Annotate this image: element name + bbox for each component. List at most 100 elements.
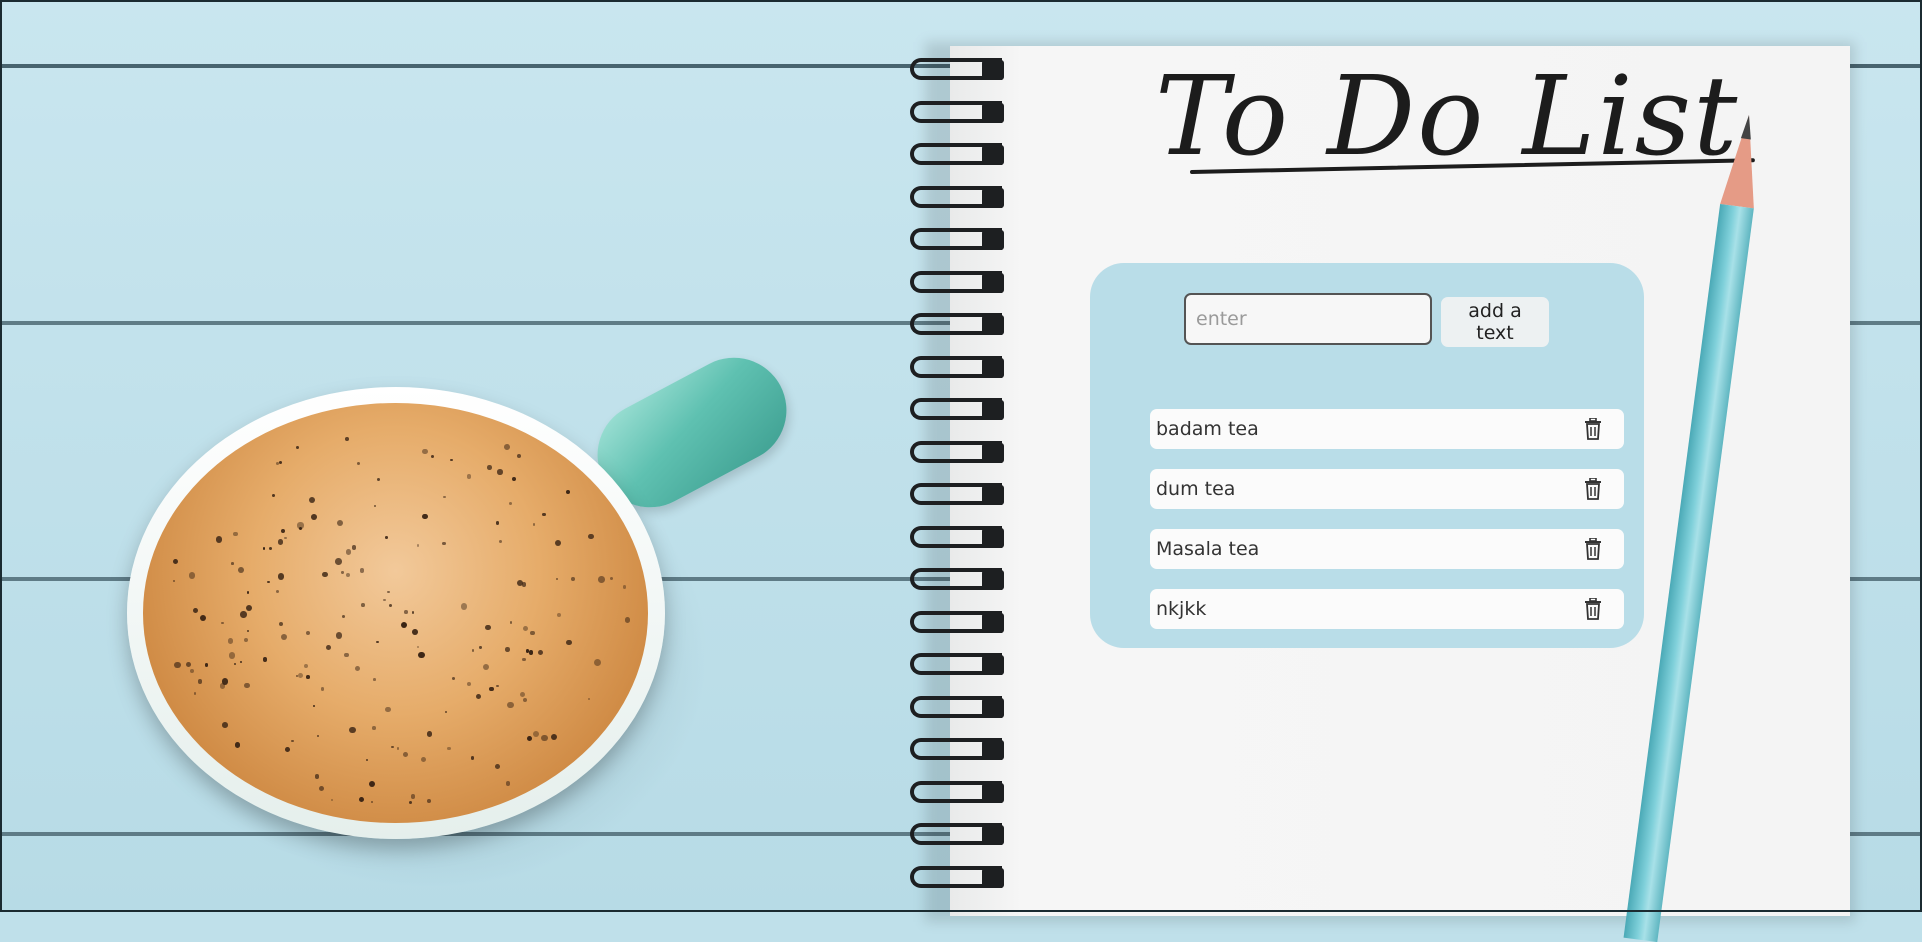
coffee-bubble: [391, 745, 394, 749]
coffee-bubble: [482, 663, 489, 670]
coffee-bubble: [460, 603, 468, 610]
coffee-bubble: [387, 590, 390, 594]
coffee-bubble: [359, 568, 365, 573]
coffee-bubble: [516, 579, 523, 587]
coffee-bubble: [388, 603, 392, 607]
coffee-bubble: [401, 622, 408, 629]
coffee-bubble: [291, 739, 294, 743]
spiral-hole: [982, 442, 1004, 463]
coffee-bubble: [228, 652, 236, 659]
coffee-bubble: [442, 541, 447, 546]
coffee-bubble: [186, 661, 192, 667]
list-item: badam tea: [1150, 409, 1624, 449]
coffee-bubble: [230, 562, 234, 566]
coffee-bubble: [508, 502, 513, 506]
coffee-bubble: [359, 796, 365, 803]
coffee-bubble: [541, 734, 548, 742]
coffee-bubble: [237, 566, 244, 573]
coffee-bubble: [193, 692, 197, 696]
coffee-bubble: [314, 774, 320, 779]
coffee-bubble: [311, 514, 318, 520]
spiral-hole: [982, 60, 1004, 80]
coffee-bubble: [335, 558, 342, 565]
coffee-bubble: [533, 731, 540, 738]
coffee-bubble: [326, 644, 332, 650]
trash-icon[interactable]: [1584, 537, 1602, 560]
coffee-bubble: [305, 630, 310, 636]
coffee-bubble: [431, 455, 435, 459]
coffee-bubble: [234, 741, 241, 748]
coffee-bubble: [624, 617, 630, 623]
spiral-hole: [982, 102, 1004, 123]
coffee-bubble: [450, 458, 453, 462]
coffee-bubble: [275, 589, 280, 594]
coffee-bubble: [495, 521, 500, 525]
coffee-bubble: [402, 752, 408, 758]
spiral-hole: [982, 740, 1004, 760]
coffee-bubble: [509, 621, 513, 624]
coffee-bubble: [336, 519, 343, 526]
coffee-bubble: [529, 630, 535, 636]
coffee-bubble: [537, 649, 543, 655]
coffee-bubble: [467, 681, 472, 687]
coffee-bubble: [233, 531, 238, 537]
trash-icon[interactable]: [1584, 597, 1602, 620]
coffee-bubble: [277, 539, 284, 545]
coffee-bubble: [505, 781, 510, 786]
coffee-bubble: [240, 611, 247, 618]
coffee-bubble: [341, 571, 344, 574]
spiral-hole: [982, 400, 1004, 420]
spiral-hole: [982, 527, 1004, 548]
coffee-bubble: [267, 580, 271, 584]
coffee-bubble: [188, 572, 196, 579]
coffee-bubble: [385, 706, 391, 713]
coffee-bubble: [297, 522, 304, 529]
coffee-bubble: [197, 679, 203, 684]
coffee-bubble: [528, 650, 534, 655]
coffee-bubble: [507, 701, 515, 709]
list-item: Masala tea: [1150, 529, 1624, 569]
todo-input[interactable]: [1184, 293, 1432, 345]
trash-icon[interactable]: [1584, 417, 1602, 440]
coffee-bubble: [587, 697, 591, 700]
coffee-bubble: [383, 598, 386, 602]
coffee-bubble: [623, 585, 627, 589]
coffee-bubble: [246, 590, 250, 594]
coffee-bubble: [279, 460, 283, 464]
add-text-button[interactable]: add a text: [1441, 297, 1549, 347]
coffee-bubble: [278, 573, 285, 580]
coffee-bubble: [298, 673, 304, 679]
coffee-bubble: [376, 641, 379, 644]
todo-item-label: badam tea: [1156, 418, 1259, 440]
spiral-hole: [982, 612, 1004, 633]
coffee-bubble: [174, 662, 181, 669]
coffee-bubble: [511, 476, 517, 482]
coffee-bubble: [192, 607, 198, 613]
coffee-bubble: [262, 656, 268, 662]
coffee-bubble: [522, 697, 528, 702]
todo-item-label: nkjkk: [1156, 598, 1207, 620]
coffee-bubble: [426, 731, 433, 737]
coffee-bubble: [542, 512, 547, 517]
coffee-bubble: [344, 652, 349, 658]
coffee-bubble: [408, 800, 412, 805]
coffee-bubble: [243, 637, 248, 642]
coffee-bubble: [233, 663, 236, 666]
coffee-bubble: [420, 756, 426, 762]
coffee-bubble: [451, 676, 455, 680]
coffee-bubble: [221, 621, 224, 625]
coffee-bubble: [244, 682, 250, 688]
coffee-bubble: [610, 576, 614, 580]
coffee-bubble: [351, 545, 357, 551]
coffee-bubble: [284, 536, 287, 539]
trash-icon[interactable]: [1584, 477, 1602, 500]
coffee-bubble: [410, 794, 415, 799]
coffee-bubble: [557, 613, 562, 618]
coffee-bubble: [489, 686, 494, 691]
coffee-bubble: [319, 786, 325, 791]
coffee-bubble: [346, 573, 351, 578]
spiral-hole: [982, 782, 1004, 803]
coffee-bubble: [471, 756, 475, 760]
coffee-bubble: [227, 638, 234, 644]
coffee-bubble: [485, 624, 491, 631]
